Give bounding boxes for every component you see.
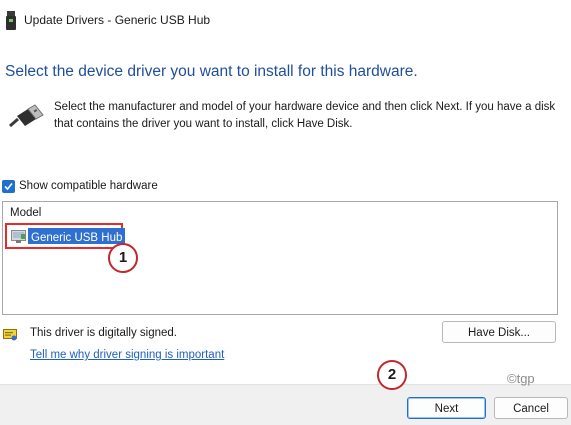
signed-driver-icon (3, 329, 17, 341)
usb-cable-icon (9, 104, 44, 128)
have-disk-button[interactable]: Have Disk... (442, 321, 556, 343)
signed-status-text: This driver is digitally signed. (30, 327, 178, 339)
instruction-text: Select the manufacturer and model of you… (54, 101, 556, 130)
usb-device-icon (6, 11, 16, 30)
title-bar: Update Drivers - Generic USB Hub (0, 0, 571, 44)
model-list-item[interactable]: Generic USB Hub (5, 223, 126, 249)
model-column-header: Model (10, 207, 42, 219)
show-compatible-label: Show compatible hardware (19, 180, 158, 192)
step-marker-1: 1 (108, 243, 138, 273)
checkmark-icon (4, 182, 13, 191)
model-listbox[interactable]: Model Generic USB Hub (2, 201, 558, 315)
cancel-button[interactable]: Cancel (494, 397, 568, 419)
device-icon (11, 230, 26, 243)
driver-signing-link[interactable]: Tell me why driver signing is important (30, 349, 224, 361)
show-compatible-checkbox[interactable] (2, 180, 15, 193)
model-item-label: Generic USB Hub (31, 232, 123, 244)
next-button[interactable]: Next (407, 397, 486, 419)
window-title: Update Drivers - Generic USB Hub (24, 13, 211, 27)
watermark: ©tgp (507, 371, 535, 386)
step-marker-2: 2 (377, 360, 407, 390)
page-heading: Select the device driver you want to ins… (5, 63, 418, 80)
model-item-selection: Generic USB Hub (28, 228, 126, 244)
